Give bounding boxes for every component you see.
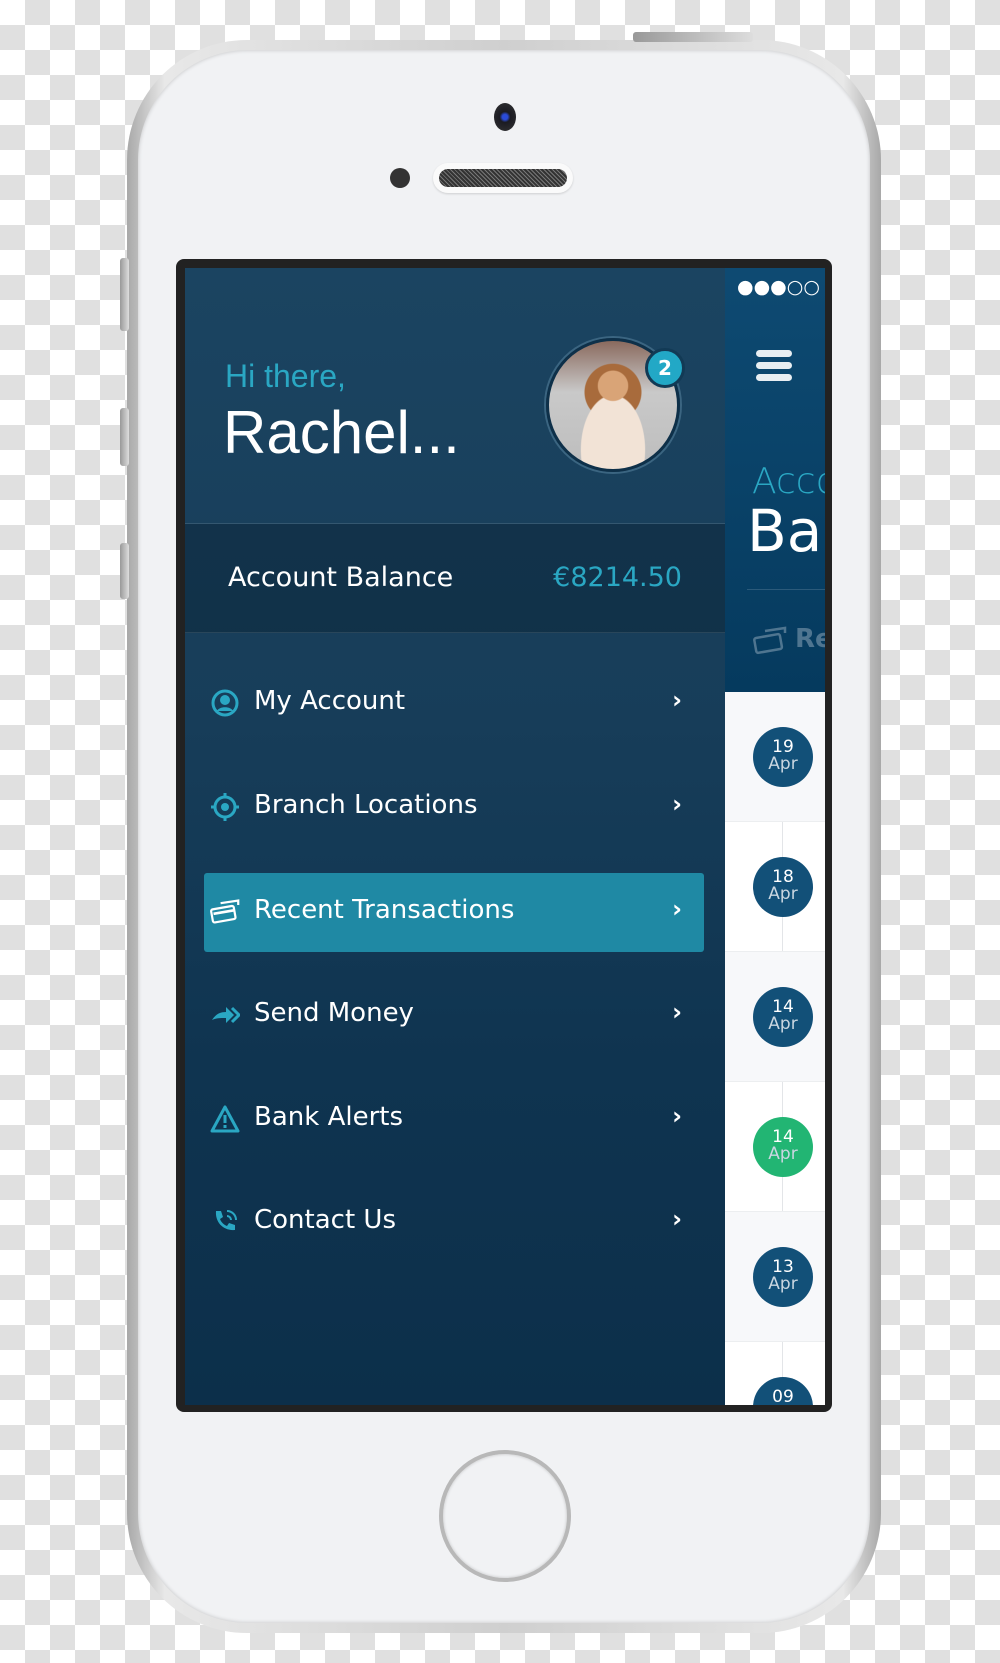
target-location-icon xyxy=(211,793,239,821)
menu-item-label: Send Money xyxy=(254,998,414,1028)
balance-value: €8214.50 xyxy=(553,562,682,593)
side-menu: Hi there, Rachel... 2 Account Balance €8… xyxy=(185,268,725,1405)
greeting: Hi there, xyxy=(225,358,346,394)
menu-item-label: Contact Us xyxy=(254,1205,396,1235)
power-button xyxy=(633,32,753,42)
front-camera xyxy=(494,103,516,131)
chevron-right-icon: › xyxy=(672,998,682,1026)
menu-item-label: My Account xyxy=(254,686,406,716)
chevron-right-icon: › xyxy=(672,895,682,923)
transaction-row[interactable]: 14 Apr xyxy=(725,1082,825,1212)
user-name: Rachel... xyxy=(223,399,460,466)
menu-item-branch-locations[interactable]: Branch Locations › xyxy=(204,768,704,847)
credit-cards-icon xyxy=(210,899,240,924)
home-button[interactable] xyxy=(439,1450,571,1582)
date-month: Apr xyxy=(768,884,798,904)
menu-header: Hi there, Rachel... 2 xyxy=(185,268,725,524)
credit-cards-icon xyxy=(753,626,787,655)
transaction-row[interactable]: 09Apr xyxy=(725,1342,825,1405)
main-view[interactable]: ●●●○○ eM Acco Bal Re 19Apr 18Apr 14Apr 14Ap… xyxy=(725,268,825,1405)
menu-item-send-money[interactable]: Send Money › xyxy=(204,976,704,1055)
main-title-small: Acco xyxy=(752,461,825,502)
balance-label: Account Balance xyxy=(228,562,454,593)
phone-icon xyxy=(215,1210,237,1231)
date-month: Apr xyxy=(768,1014,798,1034)
hamburger-menu-icon[interactable] xyxy=(756,350,792,381)
date-badge: 18 Apr xyxy=(753,857,813,917)
earpiece-speaker xyxy=(433,163,573,193)
date-badge: 09Apr xyxy=(753,1377,813,1405)
chevron-right-icon: › xyxy=(672,790,682,818)
send-arrow-icon xyxy=(212,1006,240,1024)
menu-item-label: Recent Transactions xyxy=(254,895,515,925)
volume-up-button xyxy=(120,408,129,466)
notification-badge[interactable]: 2 xyxy=(645,348,685,388)
mute-switch xyxy=(120,258,129,331)
chevron-right-icon: › xyxy=(672,686,682,714)
transaction-row[interactable]: 19 Apr xyxy=(725,692,825,822)
menu-item-bank-alerts[interactable]: Bank Alerts › xyxy=(204,1080,704,1159)
tab-recent[interactable]: Re xyxy=(795,624,825,654)
divider xyxy=(747,589,825,590)
menu-item-my-account[interactable]: My Account › xyxy=(204,664,704,743)
date-badge: 19 Apr xyxy=(753,727,813,787)
date-month: Apr xyxy=(768,1144,798,1164)
transaction-row[interactable]: 14 Apr xyxy=(725,952,825,1082)
date-day: 09 xyxy=(772,1387,794,1406)
account-balance-row: Account Balance €8214.50 xyxy=(185,524,725,633)
date-month: Apr xyxy=(768,754,798,774)
proximity-sensor xyxy=(390,168,410,188)
screen: Hi there, Rachel... 2 Account Balance €8… xyxy=(185,268,825,1405)
menu-item-label: Branch Locations xyxy=(254,790,478,820)
transaction-row[interactable]: 18 Apr xyxy=(725,822,825,952)
status-bar: ●●●○○ eM xyxy=(737,276,825,298)
date-badge: 14 Apr xyxy=(753,987,813,1047)
chevron-right-icon: › xyxy=(672,1102,682,1130)
menu-item-contact-us[interactable]: Contact Us › xyxy=(204,1183,704,1262)
date-badge: 13 Apr xyxy=(753,1247,813,1307)
menu-item-label: Bank Alerts xyxy=(254,1102,404,1132)
volume-down-button xyxy=(120,543,129,599)
date-badge: 14 Apr xyxy=(753,1117,813,1177)
chevron-right-icon: › xyxy=(672,1205,682,1233)
transaction-row[interactable]: 13 Apr xyxy=(725,1212,825,1342)
user-circle-icon xyxy=(211,689,239,717)
main-header: ●●●○○ eM Acco Bal Re xyxy=(725,268,825,692)
date-month: Apr xyxy=(768,1274,798,1294)
warning-triangle-icon xyxy=(210,1105,240,1133)
menu-item-recent-transactions[interactable]: Recent Transactions › xyxy=(204,873,704,952)
main-title-large: Bal xyxy=(747,497,825,565)
